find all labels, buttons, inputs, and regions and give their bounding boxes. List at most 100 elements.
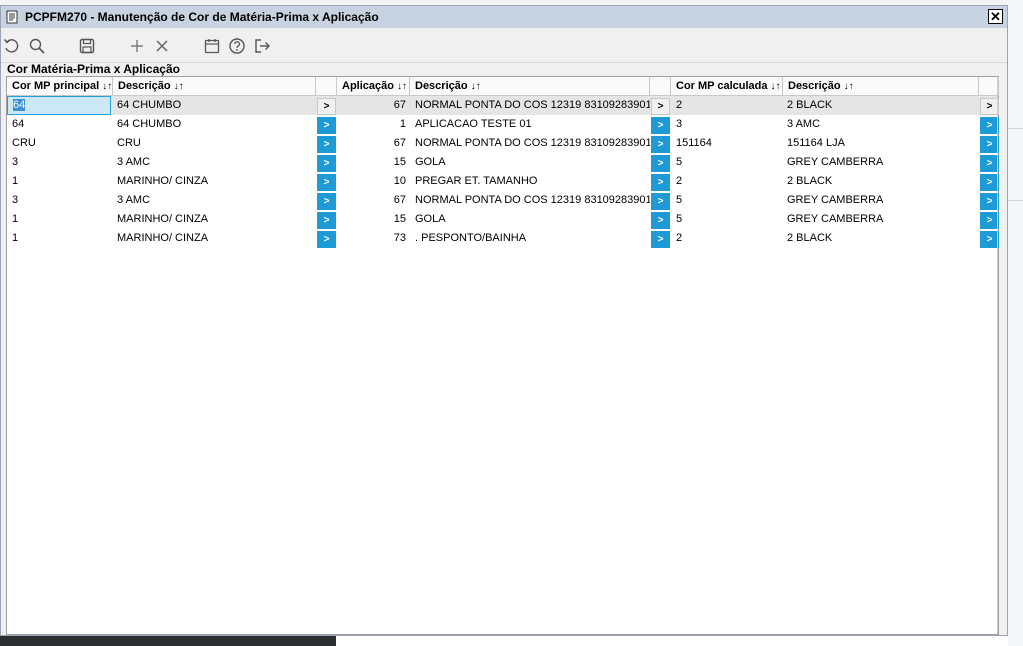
exit-button[interactable] xyxy=(253,37,271,55)
cell-descricao-2-text: NORMAL PONTA DO COS 12319 83109283901 S xyxy=(415,99,650,111)
cell-descricao-2[interactable]: NORMAL PONTA DO COS 12319 83109283901 S xyxy=(410,191,650,210)
open-detail-button-1[interactable]: > xyxy=(317,212,336,229)
close-button[interactable]: ✕ xyxy=(988,9,1003,24)
column-header-descricao-3[interactable]: Descrição ↓↑ xyxy=(783,77,979,96)
cell-cor-mp-text: 1 xyxy=(12,213,19,225)
cell-descricao-3[interactable]: 3 AMC xyxy=(782,115,978,134)
table-row[interactable]: CRU CRU 67 NORMAL PONTA DO COS 12319 831092… xyxy=(7,134,999,153)
cell-descricao-2[interactable]: NORMAL PONTA DO COS 12319 83109283901 S xyxy=(410,96,650,115)
open-detail-button-2[interactable]: > xyxy=(651,231,670,248)
cell-descricao-3[interactable]: 151164 LJA xyxy=(782,134,978,153)
save-button[interactable] xyxy=(78,37,96,55)
cell-aplicacao[interactable]: 67 xyxy=(337,96,410,115)
cell-descricao-2[interactable]: GOLA xyxy=(410,210,650,229)
cell-cor-calculada[interactable]: 151164 xyxy=(671,134,783,153)
cell-cor-mp[interactable]: 1 xyxy=(7,229,111,248)
open-detail-button-2[interactable]: > xyxy=(651,193,670,210)
open-detail-button-1[interactable]: > xyxy=(317,136,336,153)
cell-descricao-1-text: MARINHO/ CINZA xyxy=(117,213,209,225)
add-button[interactable] xyxy=(128,37,146,55)
data-grid: Cor MP principal ↓↑ Descrição ↓↑ Aplicaç… xyxy=(6,76,999,635)
cell-descricao-3[interactable]: 2 BLACK xyxy=(782,96,978,115)
open-detail-button-1[interactable]: > xyxy=(317,155,336,172)
cell-descricao-2[interactable]: PREGAR ET. TAMANHO xyxy=(410,172,650,191)
cell-descricao-2-text: PREGAR ET. TAMANHO xyxy=(415,175,538,187)
cell-cor-mp[interactable]: CRU xyxy=(7,134,111,153)
cell-cor-mp[interactable]: 64 xyxy=(7,115,111,134)
cell-descricao-1[interactable]: 64 CHUMBO xyxy=(112,96,315,115)
cell-descricao-3[interactable]: 2 BLACK xyxy=(782,229,978,248)
cell-cor-mp[interactable]: 3 xyxy=(7,153,111,172)
cell-descricao-1[interactable]: 3 AMC xyxy=(112,153,315,172)
column-header-descricao-1[interactable]: Descrição ↓↑ xyxy=(113,77,316,96)
open-detail-button-1[interactable]: > xyxy=(317,193,336,210)
cell-aplicacao[interactable]: 10 xyxy=(337,172,410,191)
cell-descricao-2[interactable]: GOLA xyxy=(410,153,650,172)
table-row[interactable]: 3 3 AMC 67 NORMAL PONTA DO COS 12319 831092… xyxy=(7,191,999,210)
table-row[interactable]: 1 MARINHO/ CINZA 10 PREGAR ET. TAMANHO 2 2 BL… xyxy=(7,172,999,191)
table-row[interactable]: 64 64 CHUMBO 67 NORMAL PONTA DO COS 12319 8… xyxy=(7,96,999,115)
dialog-window: PCPFM270 - Manutenção de Cor de Matéria-… xyxy=(0,5,1008,636)
cell-descricao-1[interactable]: MARINHO/ CINZA xyxy=(112,172,315,191)
cell-descricao-1[interactable]: 64 CHUMBO xyxy=(112,115,315,134)
cell-cor-calculada[interactable]: 2 xyxy=(671,229,783,248)
column-header-aplicacao[interactable]: Aplicação ↓↑ xyxy=(337,77,410,96)
table-row[interactable]: 33 AMC 15 GOLA 5 GREY CAMBERRA > > > xyxy=(7,153,999,172)
save-icon xyxy=(79,38,95,54)
cell-descricao-1[interactable]: MARINHO/ CINZA xyxy=(112,229,315,248)
cell-cor-calculada[interactable]: 5 xyxy=(671,191,783,210)
table-row[interactable]: 64 64 CHUMBO 1 APLICACAO TESTE 01 3 3 AMC > > > xyxy=(7,115,999,134)
column-header-cor-mp[interactable]: Cor MP principal ↓↑ xyxy=(7,77,113,96)
cell-descricao-1[interactable]: MARINHO/ CINZA xyxy=(112,210,315,229)
open-detail-button-1[interactable]: > xyxy=(317,98,336,115)
cell-descricao-2-text: NORMAL PONTA DO COS 12319 83109283901 S xyxy=(415,194,650,206)
cell-descricao-1[interactable]: CRU xyxy=(112,134,315,153)
cell-descricao-3[interactable]: GREY CAMBERRA xyxy=(782,191,978,210)
cell-descricao-2[interactable]: . PESPONTO/BAINHA xyxy=(410,229,650,248)
cell-descricao-2[interactable]: APLICACAO TESTE 01 xyxy=(410,115,650,134)
cell-aplicacao[interactable]: 15 xyxy=(337,153,410,172)
cell-cor-calculada-text: 2 xyxy=(676,175,683,187)
calendar-button[interactable] xyxy=(203,37,221,55)
cell-cor-mp[interactable]: 1 xyxy=(7,210,111,229)
cell-cor-calculada[interactable]: 2 xyxy=(671,172,783,191)
cell-cor-mp-text: 3 xyxy=(12,194,19,206)
cell-descricao-3[interactable]: GREY CAMBERRA xyxy=(782,153,978,172)
cell-cor-calculada[interactable]: 2 xyxy=(671,96,783,115)
cell-cor-mp[interactable]: 1 xyxy=(7,172,111,191)
exit-icon xyxy=(255,39,270,53)
cell-cor-mp-text: 1 xyxy=(12,232,19,244)
undo-button[interactable] xyxy=(3,37,21,55)
open-detail-button-2[interactable]: > xyxy=(651,98,670,115)
cell-cor-calculada[interactable]: 3 xyxy=(671,115,783,134)
open-detail-button-2[interactable]: > xyxy=(651,174,670,191)
cell-descricao-1[interactable]: 3 AMC xyxy=(112,191,315,210)
column-header-cor-calculada[interactable]: Cor MP calculada ↓↑ xyxy=(671,77,783,96)
cell-aplicacao[interactable]: 67 xyxy=(337,134,410,153)
cell-descricao-2[interactable]: NORMAL PONTA DO COS 12319 83109283901 S xyxy=(410,134,650,153)
open-detail-button-2[interactable]: > xyxy=(651,136,670,153)
table-row[interactable]: 1 MARINHO/ CINZA 15 GOLA 5 GREY CAMBERRA > > > xyxy=(7,210,999,229)
cell-aplicacao[interactable]: 73 xyxy=(337,229,410,248)
open-detail-button-1[interactable]: > xyxy=(317,174,336,191)
cell-cor-calculada[interactable]: 5 xyxy=(671,153,783,172)
cell-descricao-3[interactable]: GREY CAMBERRA xyxy=(782,210,978,229)
cell-cor-mp-text: CRU xyxy=(12,137,36,149)
open-detail-button-1[interactable]: > xyxy=(317,231,336,248)
cell-aplicacao[interactable]: 15 xyxy=(337,210,410,229)
open-detail-button-2[interactable]: > xyxy=(651,212,670,229)
search-button[interactable] xyxy=(28,37,46,55)
table-row[interactable]: 1 MARINHO/ CINZA 73 . PESPONTO/BAINHA 2 2 BLA… xyxy=(7,229,999,248)
cell-cor-mp[interactable]: 3 xyxy=(7,191,111,210)
column-header-descricao-2[interactable]: Descrição ↓↑ xyxy=(410,77,650,96)
cell-cor-mp[interactable]: 64 xyxy=(7,96,111,115)
cell-aplicacao[interactable]: 67 xyxy=(337,191,410,210)
cell-aplicacao[interactable]: 1 xyxy=(337,115,410,134)
help-button[interactable] xyxy=(228,37,246,55)
delete-button[interactable] xyxy=(153,37,171,55)
open-detail-button-2[interactable]: > xyxy=(651,117,670,134)
open-detail-button-2[interactable]: > xyxy=(651,155,670,172)
cell-cor-calculada[interactable]: 5 xyxy=(671,210,783,229)
open-detail-button-1[interactable]: > xyxy=(317,117,336,134)
cell-descricao-3[interactable]: 2 BLACK xyxy=(782,172,978,191)
